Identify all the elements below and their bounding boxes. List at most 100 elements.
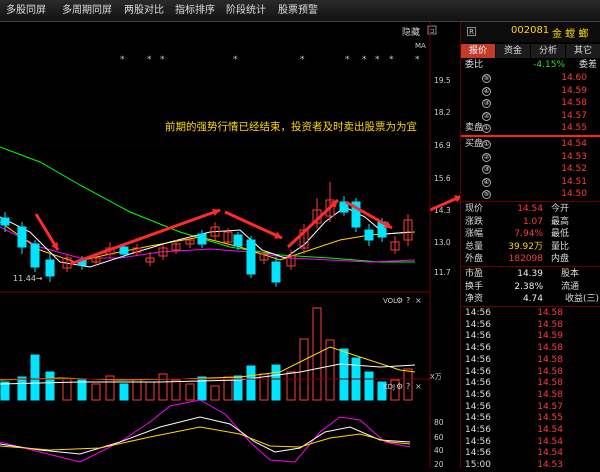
candle-body xyxy=(271,261,281,283)
level-3-icon: ③ xyxy=(482,99,491,108)
vol-gear-icon[interactable]: ⚙ xyxy=(396,296,403,305)
wei-bi-value: -4.15% xyxy=(533,60,565,70)
buy-row: 买盘 ① 14.54 xyxy=(465,139,587,149)
tick-row: 14:56 14.59 xyxy=(465,331,563,342)
level-4-icon: ④ xyxy=(482,86,491,96)
tick-row: 14:56 14.54 xyxy=(465,425,563,435)
quote-panel: R 002081 金 螳 螂 报价 资金 分析 其它 委比 -4.15% 委差 … xyxy=(460,22,600,470)
volume-bar xyxy=(271,364,281,401)
tab-analysis[interactable]: 分析 xyxy=(531,44,566,58)
tick-row: 14:56 14.54 xyxy=(465,436,563,447)
volume-bar xyxy=(339,348,349,401)
level-3-icon: ③ xyxy=(482,165,491,174)
price-tick-label: 15.6 xyxy=(434,174,451,183)
candle-body xyxy=(119,246,129,255)
quote-tabs: 报价 资金 分析 其它 xyxy=(461,44,600,58)
wei-bi-label: 委比 xyxy=(465,60,484,70)
buy-row: ⑤ 14.50 xyxy=(482,189,587,199)
tick-row: 14:56 14.58 xyxy=(465,366,563,377)
kdj-tick-label: 60 xyxy=(434,433,444,442)
level-1-icon: ① xyxy=(482,124,491,133)
stock-header: R 002081 金 螳 螂 xyxy=(461,22,600,42)
candlesticks xyxy=(0,182,413,287)
event-star: * xyxy=(233,55,238,65)
volume-bar xyxy=(145,381,155,401)
volume-bar xyxy=(17,376,27,401)
toolbar-alert[interactable]: 股票预警 xyxy=(278,3,318,19)
level-2-icon: ② xyxy=(482,111,491,121)
event-star: * xyxy=(345,55,350,65)
volume-bar xyxy=(30,354,40,401)
tick-row: 14:56 14.58 xyxy=(465,308,563,318)
stats-divider-2 xyxy=(461,266,600,267)
candle-body xyxy=(197,233,207,245)
volume-bar xyxy=(119,383,129,401)
vol-help-icon[interactable]: ? xyxy=(406,296,410,305)
kdj-lines xyxy=(0,399,411,463)
volume-bar xyxy=(246,365,256,401)
tick-row: 15:00 14.53 xyxy=(465,460,563,471)
candle-body xyxy=(364,229,374,241)
kdj-tick-label: 20 xyxy=(434,460,444,468)
event-star: * xyxy=(300,55,305,65)
volume-bar xyxy=(91,383,101,401)
tick-row: 14:56 14.55 xyxy=(465,413,563,424)
volume-bar xyxy=(185,383,195,401)
kdj-grid: 80 60 40 20 xyxy=(0,418,444,469)
toolbar-stage-stats[interactable]: 阶段统计 xyxy=(226,3,266,19)
tab-funds[interactable]: 资金 xyxy=(496,44,531,58)
kdj-label: KDJ xyxy=(383,383,395,391)
kdj-j-line xyxy=(0,399,411,463)
stat-row: 净资 4.74 收益(三) xyxy=(465,294,599,304)
toolbar-multi-period[interactable]: 多周期同屏 xyxy=(62,3,112,19)
kdj-close-icon[interactable]: × xyxy=(415,382,422,391)
ticks-divider xyxy=(461,306,600,307)
tab-other[interactable]: 其它 xyxy=(566,44,600,58)
level-4-icon: ④ xyxy=(482,177,491,187)
vol-unit-label: X万 xyxy=(430,373,442,381)
spread-divider xyxy=(461,135,600,137)
level-5-icon: ⑤ xyxy=(482,190,491,199)
tab-quote[interactable]: 报价 xyxy=(461,44,496,58)
level-5-icon: ⑤ xyxy=(482,74,491,83)
kdj-tick-label: 80 xyxy=(434,418,444,427)
toolbar-indicator-sort[interactable]: 指标排序 xyxy=(175,3,215,19)
toolbar-compare[interactable]: 两股对比 xyxy=(124,3,164,19)
tick-row: 14:56 14.58 xyxy=(465,389,563,400)
level-2-icon: ② xyxy=(482,152,491,162)
annotation-text: 前期的强势行情已经结束，投资者及时卖出股票为为宜 xyxy=(165,120,417,133)
chart-area[interactable]: 隐藏 ▫ MA * * * * * * * * * * 19.5 18.2 16.9 15.6 14.3 1… xyxy=(0,22,463,469)
tick-row: 14:56 14.54 xyxy=(465,448,563,459)
event-star: * xyxy=(120,55,125,65)
stat-row: 外盘 182098 内盘 xyxy=(465,254,569,264)
stat-row: 涨跌 1.07 最高 xyxy=(465,216,569,227)
candle-body xyxy=(17,226,27,248)
tick-row: 14:56 14.58 xyxy=(465,343,563,354)
price-axis: 19.518.216.915.614.313.011.7 xyxy=(434,76,451,277)
arrow-shaft xyxy=(224,210,283,240)
ma-label: MA xyxy=(415,42,426,50)
r-badge: R xyxy=(467,27,476,36)
volume-bar xyxy=(158,373,168,401)
low-price-label: 11.44→ xyxy=(13,274,43,283)
sell-row: ④ 14.59 xyxy=(482,85,587,96)
vol-close-icon[interactable]: × xyxy=(415,296,422,305)
stat-row: 现价 14.54 今开 xyxy=(465,204,569,214)
sell-row: ⑤ 14.60 xyxy=(482,73,587,83)
wei-cha-label: 委差 xyxy=(578,60,597,70)
stock-code: 002081 xyxy=(511,25,550,36)
kdj-gear-icon[interactable]: ⚙ xyxy=(396,382,403,391)
arrow-shaft xyxy=(286,198,340,249)
hide-toggle[interactable]: 隐藏 xyxy=(402,26,420,38)
event-markers: * * * * * * * * * * xyxy=(120,55,420,65)
top-toolbar: 多股同屏 多周期同屏 两股对比 指标排序 阶段统计 股票预警 xyxy=(0,0,600,22)
toolbar-multi-stock[interactable]: 多股同屏 xyxy=(6,3,46,19)
volume-bar xyxy=(45,371,55,401)
tick-row: 14:56 14.58 xyxy=(465,319,563,330)
candle-body xyxy=(30,243,40,268)
event-star: * xyxy=(389,55,394,65)
kdj-help-icon[interactable]: ? xyxy=(406,382,410,391)
buy-row: ② 14.53 xyxy=(482,151,587,162)
volume-bar xyxy=(210,385,220,401)
volume-bar xyxy=(364,371,374,401)
